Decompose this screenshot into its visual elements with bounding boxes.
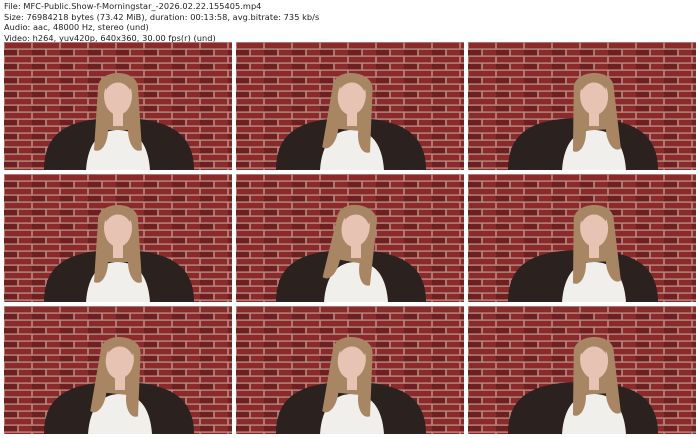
video-thumbnail[interactable]: [236, 174, 464, 302]
thumbnail-frame-image: [4, 42, 232, 170]
thumbnail-frame-image: [236, 306, 464, 434]
thumbnail-frame-image: [4, 306, 232, 434]
thumbnail-frame-image: [468, 306, 696, 434]
video-thumbnail[interactable]: [4, 306, 232, 434]
thumbnail-grid: [4, 42, 696, 436]
video-thumbnail[interactable]: [236, 42, 464, 170]
thumbnail-frame-image: [468, 42, 696, 170]
file-size-line: Size: 76984218 bytes (73.42 MiB), durati…: [4, 11, 320, 22]
thumbnail-frame-image: [236, 174, 464, 302]
file-info-header: File: MFC-Public.Show-f-Morningstar_-202…: [4, 1, 696, 43]
thumbnail-frame-image: [468, 174, 696, 302]
video-thumbnail[interactable]: [4, 42, 232, 170]
video-thumbnail[interactable]: [468, 42, 696, 170]
thumbnail-frame-image: [236, 42, 464, 170]
video-thumbnail[interactable]: [4, 174, 232, 302]
video-thumbnail[interactable]: [236, 306, 464, 434]
file-name-line: File: MFC-Public.Show-f-Morningstar_-202…: [4, 1, 262, 11]
audio-info-line: Audio: aac, 48000 Hz, stereo (und): [4, 22, 149, 33]
video-thumbnail[interactable]: [468, 174, 696, 302]
thumbnail-frame-image: [4, 174, 232, 302]
video-thumbnail[interactable]: [468, 306, 696, 434]
